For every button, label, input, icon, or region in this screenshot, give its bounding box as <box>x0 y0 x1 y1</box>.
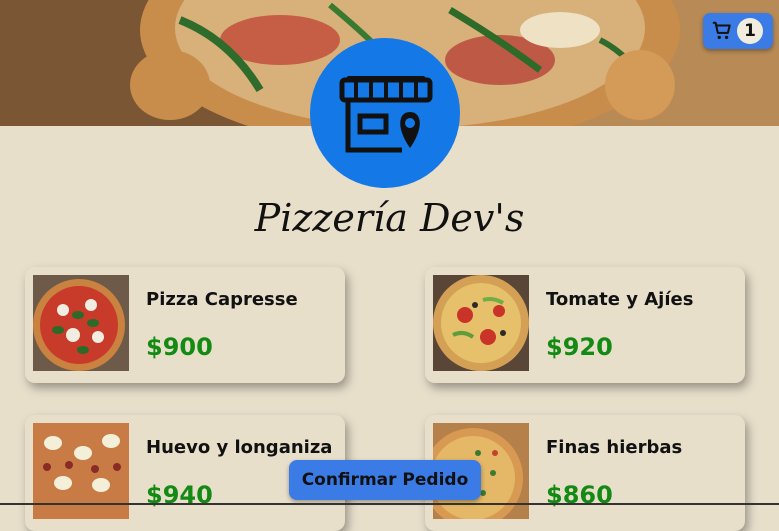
confirm-order-button[interactable]: Confirmar Pedido <box>289 460 481 500</box>
page-title: Pizzería Dev's <box>254 196 525 240</box>
store-location-icon <box>338 72 434 166</box>
product-card[interactable]: Tomate y Ajíes $920 <box>425 267 745 383</box>
cart-button[interactable]: 1 <box>703 13 773 49</box>
product-image <box>433 275 529 371</box>
product-price: $920 <box>546 333 613 361</box>
product-price: $900 <box>146 333 213 361</box>
product-name: Finas hierbas <box>546 437 683 458</box>
cart-count-badge: 1 <box>737 18 763 44</box>
cart-icon <box>711 20 733 46</box>
store-logo <box>310 38 460 188</box>
product-name: Tomate y Ajíes <box>546 289 694 310</box>
product-image <box>33 275 129 371</box>
product-card[interactable]: Pizza Capresse $900 <box>25 267 345 383</box>
product-name: Huevo y longaniza <box>146 437 333 458</box>
product-name: Pizza Capresse <box>146 289 298 310</box>
